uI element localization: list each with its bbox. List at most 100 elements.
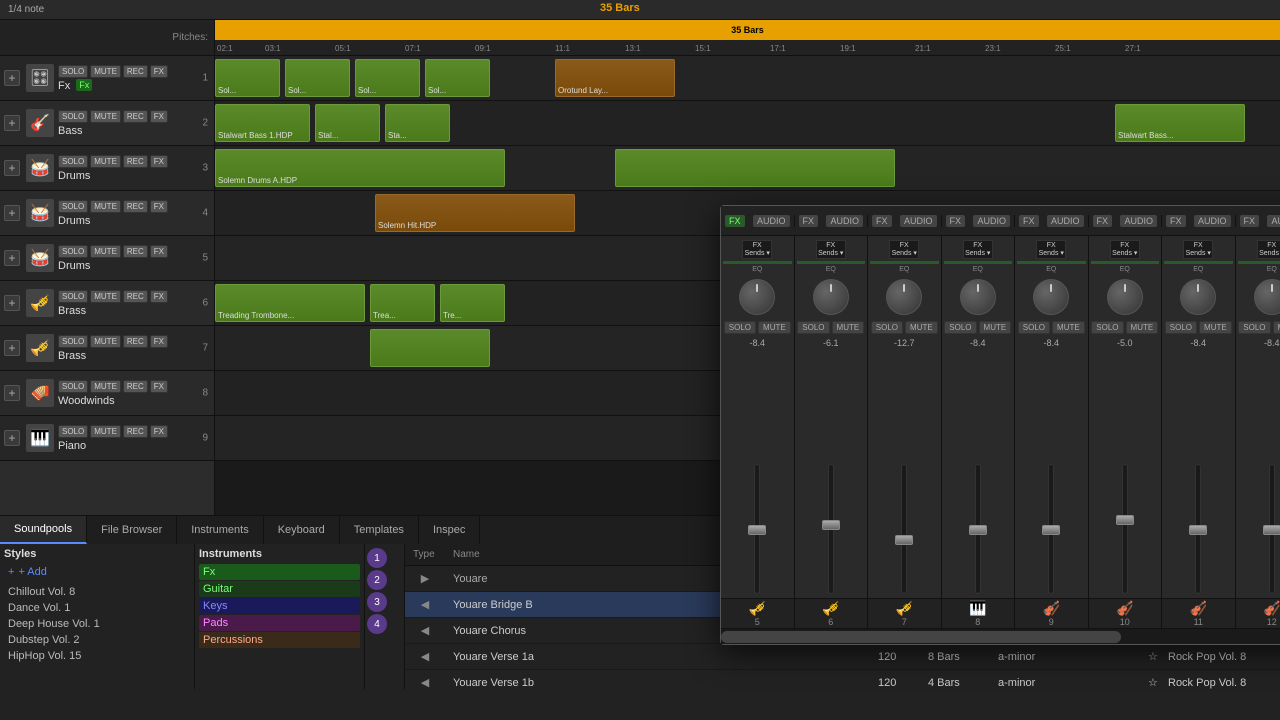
instrument-pads[interactable]: Pads	[199, 615, 360, 631]
sends-dropdown-2[interactable]: FX Sends ▾	[816, 240, 846, 259]
clip[interactable]: Tre...	[440, 284, 505, 322]
ch-fx-label-1[interactable]: FX	[725, 215, 745, 227]
add-soundpool-btn[interactable]: + + Add	[4, 564, 190, 580]
loop-row-4[interactable]: ◀ Youare Verse 1a 120 8 Bars a-minor ☆ R…	[405, 644, 1280, 670]
ch-mute-btn-4[interactable]: MUTE	[979, 321, 1012, 334]
ch-mute-btn-7[interactable]: MUTE	[1199, 321, 1232, 334]
ch-solo-btn-4[interactable]: SOLO	[944, 321, 976, 334]
sends-dropdown-1[interactable]: FX Sends ▾	[742, 240, 772, 259]
rec-btn-9[interactable]: REC	[123, 425, 148, 438]
sends-dropdown-8[interactable]: FX Sends ▾	[1257, 240, 1280, 259]
mute-btn-2[interactable]: MUTE	[90, 110, 121, 123]
solo-btn-9[interactable]: SOLO	[58, 425, 88, 438]
add-track-btn-7[interactable]: +	[4, 340, 20, 356]
fader-thumb-1[interactable]	[748, 525, 766, 535]
rec-btn-3[interactable]: REC	[123, 155, 148, 168]
rec-btn-5[interactable]: REC	[123, 245, 148, 258]
tab-templates[interactable]: Templates	[340, 516, 419, 544]
add-track-btn-4[interactable]: +	[4, 205, 20, 221]
fx-btn-4[interactable]: FX	[150, 200, 168, 213]
clip[interactable]: Treading Trombone...	[215, 284, 365, 322]
add-track-btn-3[interactable]: +	[4, 160, 20, 176]
ch-audio-label-6[interactable]: AUDIO	[1120, 215, 1157, 227]
fader-thumb-4[interactable]	[969, 525, 987, 535]
clip[interactable]	[615, 149, 895, 187]
add-track-btn-5[interactable]: +	[4, 250, 20, 266]
solo-btn-3[interactable]: SOLO	[58, 155, 88, 168]
fader-track-2[interactable]	[828, 464, 834, 594]
tab-inspector[interactable]: Inspec	[419, 516, 480, 544]
ch-solo-btn-5[interactable]: SOLO	[1018, 321, 1050, 334]
rec-btn-1[interactable]: REC	[123, 65, 148, 78]
clip[interactable]: Stal...	[315, 104, 380, 142]
clip[interactable]: Solemn Drums A.HDP	[215, 149, 505, 187]
ch-fx-label-4[interactable]: FX	[946, 215, 966, 227]
volume-knob-1[interactable]	[739, 279, 775, 315]
pitch-num-3[interactable]: 3	[367, 592, 387, 612]
style-item-4[interactable]: Dubstep Vol. 2	[4, 632, 190, 648]
add-track-btn-9[interactable]: +	[4, 430, 20, 446]
ch-mute-btn-1[interactable]: MUTE	[758, 321, 791, 334]
mute-btn-1[interactable]: MUTE	[90, 65, 121, 78]
fader-track-8[interactable]	[1269, 464, 1275, 594]
solo-btn-5[interactable]: SOLO	[58, 245, 88, 258]
sends-dropdown-6[interactable]: FX Sends ▾	[1110, 240, 1140, 259]
sends-dropdown-7[interactable]: FX Sends ▾	[1183, 240, 1213, 259]
ch-audio-label-5[interactable]: AUDIO	[1047, 215, 1084, 227]
sends-dropdown-3[interactable]: FX Sends ▾	[889, 240, 919, 259]
tab-soundpools[interactable]: Soundpools	[0, 516, 87, 544]
fx-btn-9[interactable]: FX	[150, 425, 168, 438]
ch-solo-btn-7[interactable]: SOLO	[1165, 321, 1197, 334]
fader-thumb-5[interactable]	[1042, 525, 1060, 535]
fx-btn-7[interactable]: FX	[150, 335, 168, 348]
volume-knob-4[interactable]	[960, 279, 996, 315]
style-item-1[interactable]: Chillout Vol. 8	[4, 584, 190, 600]
mute-btn-9[interactable]: MUTE	[90, 425, 121, 438]
ch-fx-label-6[interactable]: FX	[1093, 215, 1113, 227]
fx-btn-6[interactable]: FX	[150, 290, 168, 303]
clip[interactable]: Orotund Lay...	[555, 59, 675, 97]
rec-btn-7[interactable]: REC	[123, 335, 148, 348]
play-icon-4[interactable]: ◀	[405, 650, 445, 663]
play-icon-5[interactable]: ◀	[405, 676, 445, 689]
solo-btn-6[interactable]: SOLO	[58, 290, 88, 303]
solo-btn-4[interactable]: SOLO	[58, 200, 88, 213]
solo-btn-2[interactable]: SOLO	[58, 110, 88, 123]
style-item-3[interactable]: Deep House Vol. 1	[4, 616, 190, 632]
play-icon-2[interactable]: ◀	[405, 598, 445, 611]
add-track-btn-6[interactable]: +	[4, 295, 20, 311]
note-division[interactable]: 1/4 note	[8, 4, 44, 15]
add-track-btn-2[interactable]: +	[4, 115, 20, 131]
ch-mute-btn-8[interactable]: MUTE	[1273, 321, 1280, 334]
clip[interactable]: Stalwart Bass 1.HDP	[215, 104, 310, 142]
ch-fx-label-5[interactable]: FX	[1019, 215, 1039, 227]
ch-mute-btn-6[interactable]: MUTE	[1126, 321, 1159, 334]
solo-btn-7[interactable]: SOLO	[58, 335, 88, 348]
ch-audio-label-4[interactable]: AUDIO	[973, 215, 1010, 227]
ch-mute-btn-2[interactable]: MUTE	[832, 321, 865, 334]
ch-solo-btn-2[interactable]: SOLO	[797, 321, 829, 334]
fader-thumb-7[interactable]	[1189, 525, 1207, 535]
loop-row-5[interactable]: ◀ Youare Verse 1b 120 4 Bars a-minor ☆ R…	[405, 670, 1280, 689]
fader-track-5[interactable]	[1048, 464, 1054, 594]
clip[interactable]: Sta...	[385, 104, 450, 142]
loop-star-4[interactable]: ☆	[1140, 650, 1160, 663]
pitch-num-1[interactable]: 1	[367, 548, 387, 568]
ch-fx-label-8[interactable]: FX	[1240, 215, 1260, 227]
fx-btn-5[interactable]: FX	[150, 245, 168, 258]
fader-thumb-2[interactable]	[822, 520, 840, 530]
sends-dropdown-4[interactable]: FX Sends ▾	[963, 240, 993, 259]
volume-knob-6[interactable]	[1107, 279, 1143, 315]
fx-btn-1[interactable]: FX	[150, 65, 168, 78]
volume-knob-8[interactable]	[1254, 279, 1280, 315]
ch-solo-btn-8[interactable]: SOLO	[1238, 321, 1270, 334]
rec-btn-6[interactable]: REC	[123, 290, 148, 303]
ch-audio-label-3[interactable]: AUDIO	[900, 215, 937, 227]
fader-track-4[interactable]	[975, 464, 981, 594]
ch-mute-btn-5[interactable]: MUTE	[1052, 321, 1085, 334]
solo-btn-8[interactable]: SOLO	[58, 380, 88, 393]
pitch-num-2[interactable]: 2	[367, 570, 387, 590]
tab-filebrowser[interactable]: File Browser	[87, 516, 177, 544]
mute-btn-6[interactable]: MUTE	[90, 290, 121, 303]
fader-track-7[interactable]	[1195, 464, 1201, 594]
